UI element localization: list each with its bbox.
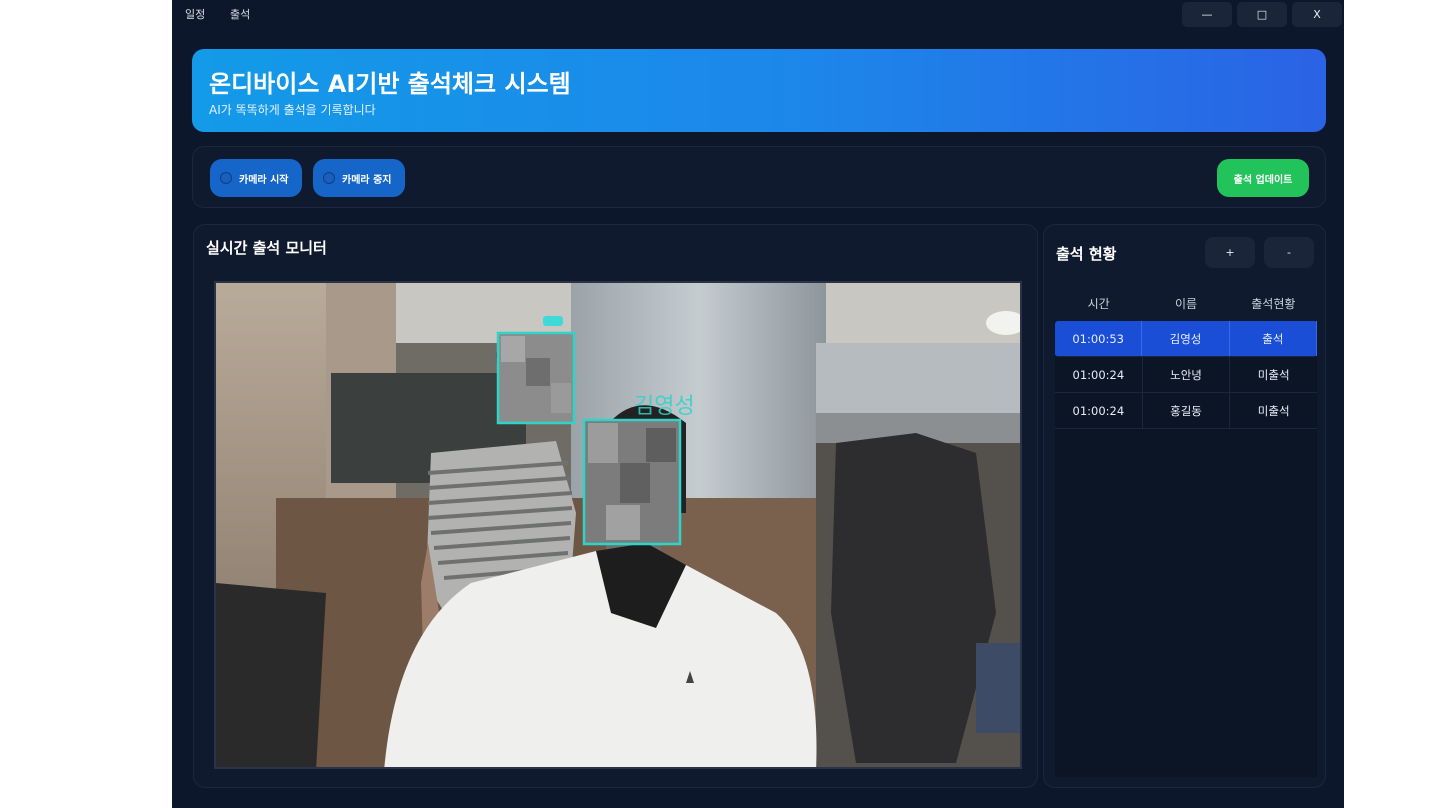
- radio-icon: [220, 172, 232, 184]
- add-button[interactable]: +: [1205, 237, 1255, 268]
- cell-time: 01:00:53: [1055, 321, 1143, 356]
- table-row[interactable]: 01:00:24 홍길동 미출석: [1055, 393, 1317, 429]
- detected-name-label: 김영성: [634, 394, 695, 419]
- close-button[interactable]: X: [1292, 2, 1342, 27]
- column-header-time: 시간: [1087, 296, 1110, 311]
- cell-status: 미출석: [1257, 404, 1290, 418]
- camera-feed-image: 김영성: [216, 283, 1020, 767]
- column-header-name: 이름: [1174, 296, 1198, 311]
- maximize-button[interactable]: □: [1237, 2, 1287, 27]
- attendance-table: 시간 이름 출석현황 01:00:53 김영성 출석 01:00:24 노안녕 …: [1055, 285, 1317, 429]
- camera-stop-label: 카메라 중지: [342, 174, 392, 186]
- menu-bar: 일정 출석 — □ X: [172, 0, 1344, 28]
- attendance-status-panel: 출석 현황 + - 시간 이름 출석현황 01:00:53 김영성 출석 01:…: [1043, 224, 1326, 788]
- cell-time: 01:00:24: [1055, 357, 1143, 392]
- column-header-status: 출석현황: [1251, 296, 1296, 311]
- app-window: 일정 출석 — □ X 온디바이스 AI기반 출석체크 시스템 AI가 똑똑하게…: [172, 0, 1344, 808]
- table-row[interactable]: 01:00:24 노안녕 미출석: [1055, 357, 1317, 393]
- cell-name: 노안녕: [1143, 357, 1231, 392]
- cell-time: 01:00:24: [1055, 393, 1143, 428]
- monitor-panel: 실시간 출석 모니터 김영성: [193, 224, 1038, 788]
- app-title: 온디바이스 AI기반 출석체크 시스템: [209, 70, 571, 98]
- camera-feed: 김영성: [214, 281, 1022, 769]
- remove-button[interactable]: -: [1264, 237, 1314, 268]
- minimize-button[interactable]: —: [1182, 2, 1232, 27]
- header-banner: 온디바이스 AI기반 출석체크 시스템 AI가 똑똑하게 출석을 기록합니다: [192, 49, 1326, 132]
- table-row[interactable]: 01:00:53 김영성 출석: [1055, 321, 1317, 357]
- menu-attendance[interactable]: 출석: [230, 6, 250, 22]
- radio-icon: [323, 172, 335, 184]
- app-subtitle: AI가 똑똑하게 출석을 기록합니다: [209, 103, 376, 117]
- control-toolbar: 카메라 시작 카메라 중지 출석 업데이트: [192, 146, 1326, 208]
- camera-stop-button[interactable]: 카메라 중지: [313, 159, 405, 197]
- monitor-title: 실시간 출석 모니터: [206, 239, 327, 257]
- status-title: 출석 현황: [1056, 245, 1117, 263]
- update-attendance-button[interactable]: 출석 업데이트: [1217, 159, 1309, 197]
- cell-name: 홍길동: [1143, 393, 1231, 428]
- menu-schedule[interactable]: 일정: [185, 6, 205, 22]
- camera-start-button[interactable]: 카메라 시작: [210, 159, 302, 197]
- cell-status: 출석: [1230, 321, 1317, 356]
- cell-name: 김영성: [1142, 321, 1230, 356]
- table-header: 시간 이름 출석현황: [1055, 285, 1317, 321]
- cell-status: 미출석: [1257, 368, 1290, 382]
- camera-start-label: 카메라 시작: [239, 174, 289, 186]
